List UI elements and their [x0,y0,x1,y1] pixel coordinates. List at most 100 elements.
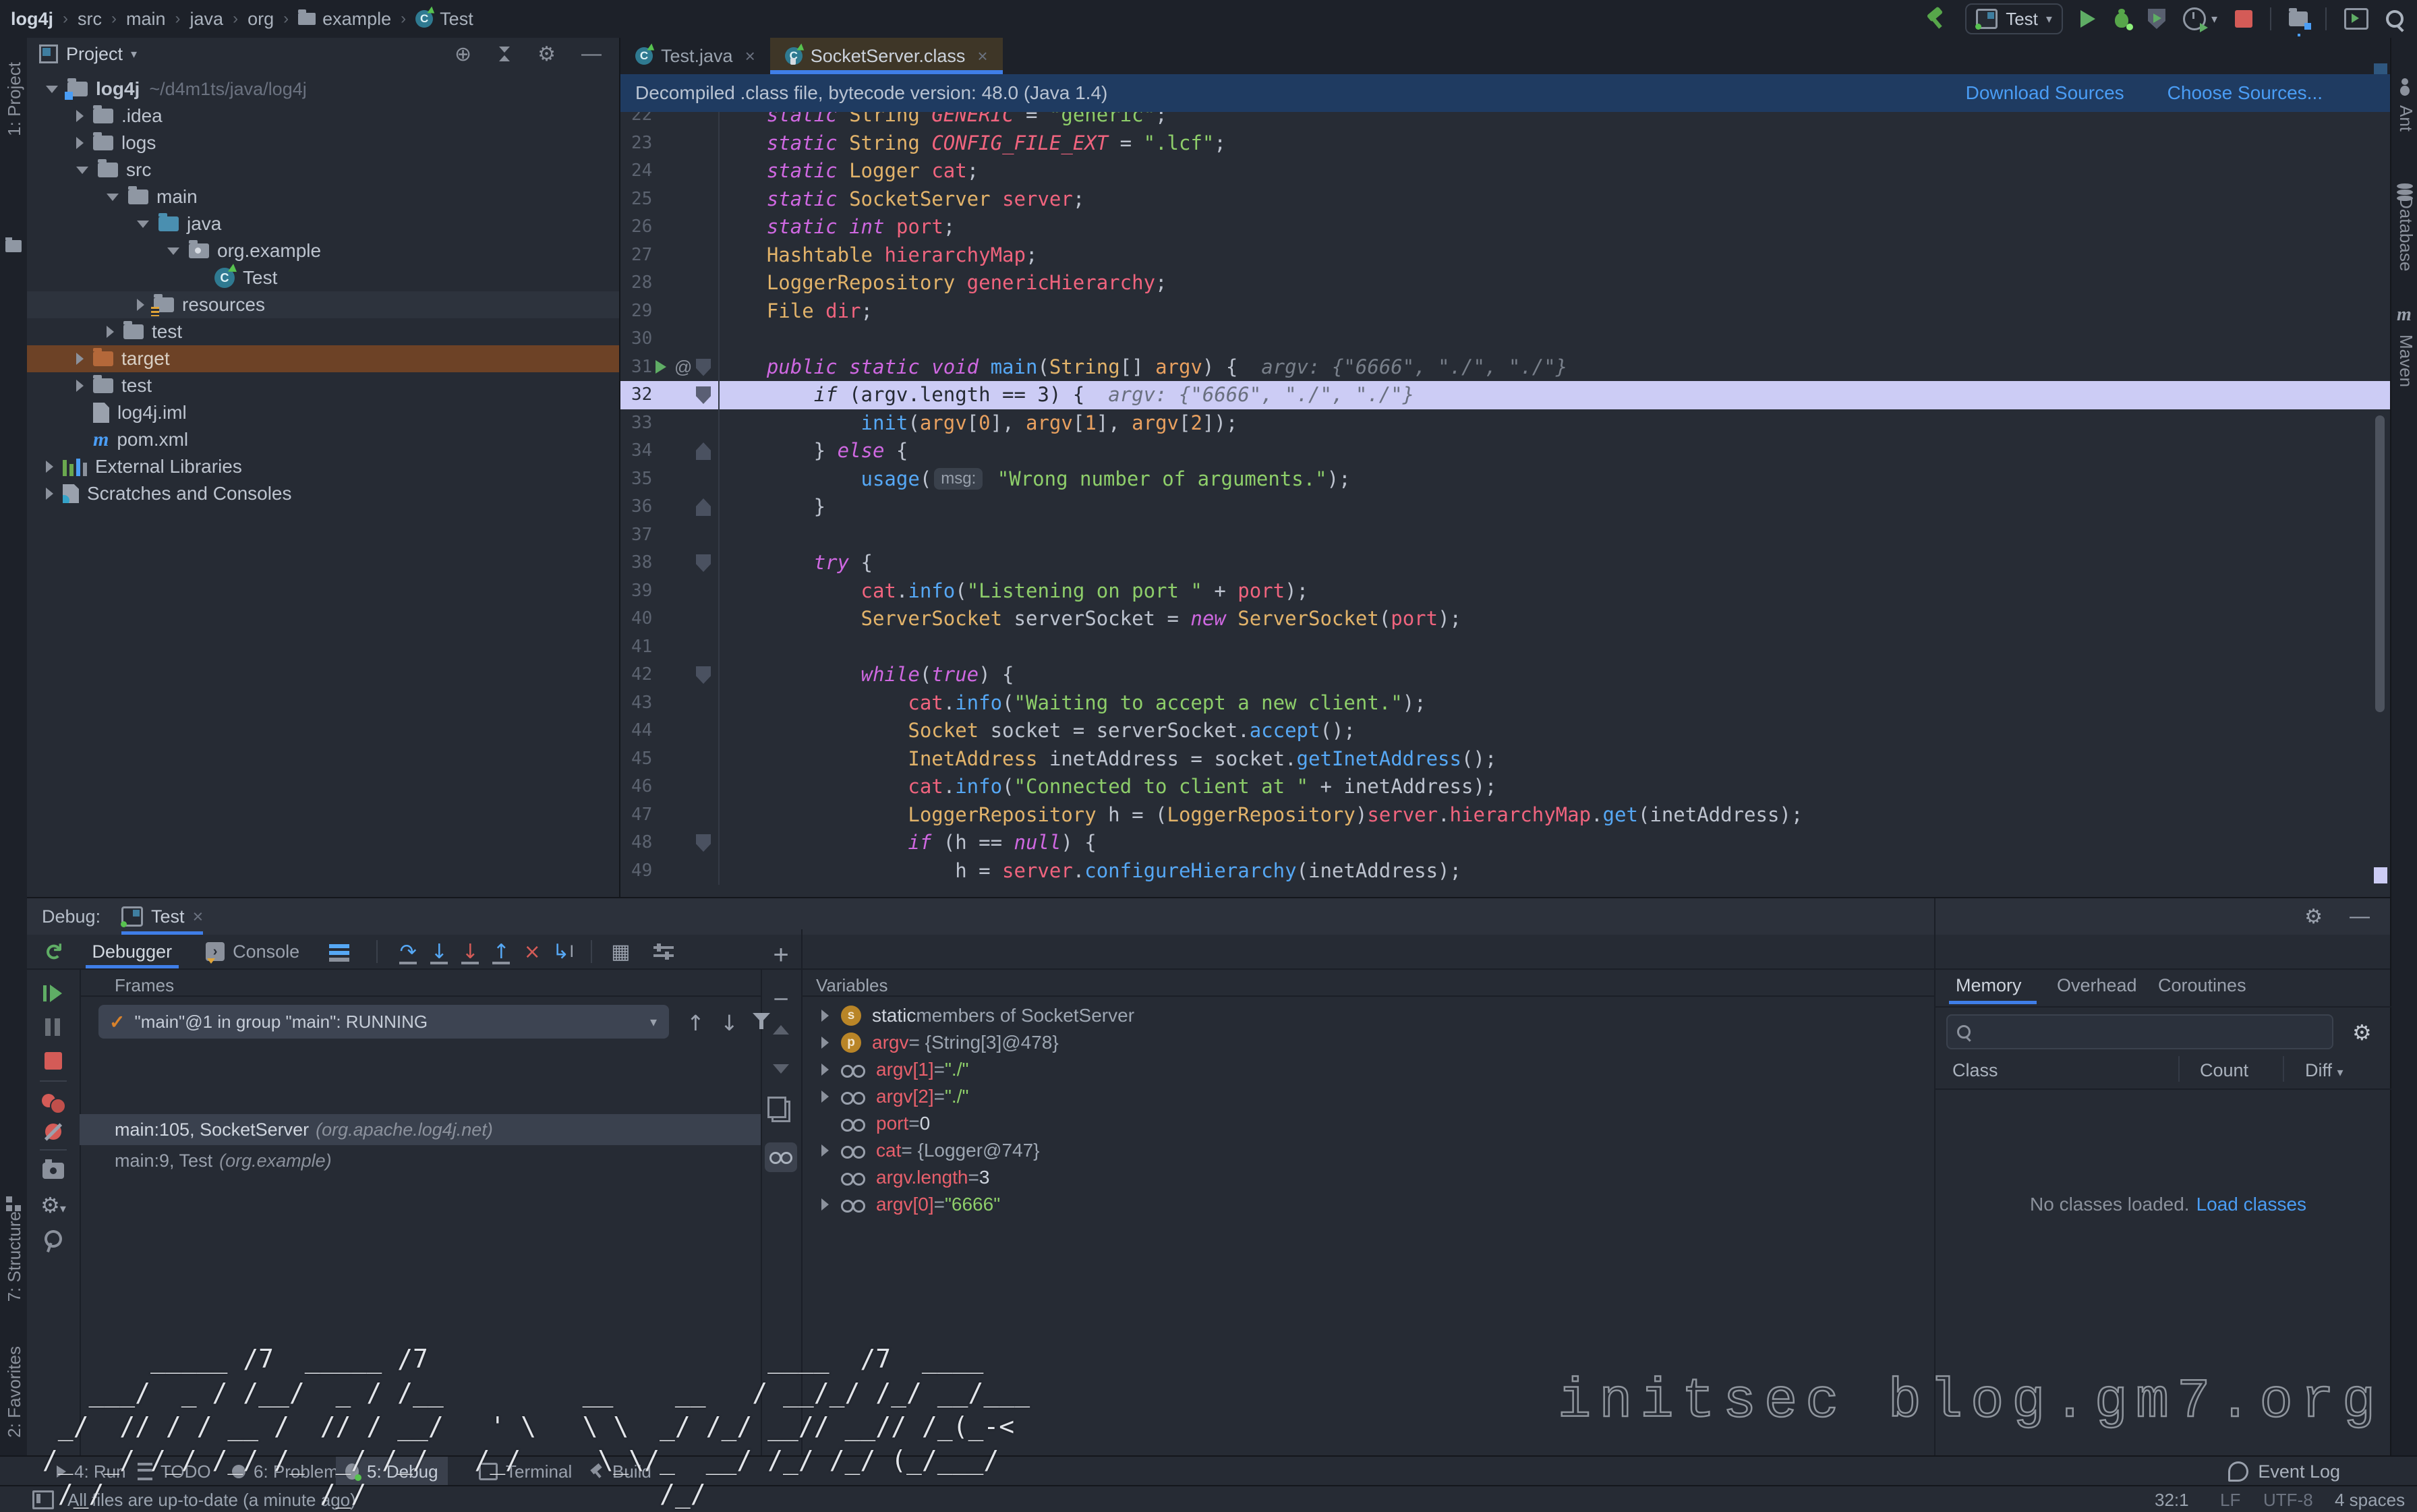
code-line-29[interactable]: 29 File dir; [620,297,2390,326]
code-line-34[interactable]: 34 } else { [620,437,2390,465]
resume-icon[interactable] [43,985,63,1002]
project-strip-icon[interactable] [5,240,22,252]
run-configuration-select[interactable]: Test ▾ [1965,3,2063,34]
sidebar-item-favorites[interactable]: 2: Favorites [4,1346,25,1438]
memory-search-input[interactable] [1946,1014,2333,1049]
remove-watch-icon[interactable]: − [773,985,788,1015]
toolwindow-button-terminal[interactable]: Terminal [469,1457,581,1486]
variable-row[interactable]: argv[0] = "6666" [801,1191,1934,1218]
variable-row[interactable]: argv[2] = "./" [801,1083,1934,1110]
fold-marker-icon[interactable] [696,834,711,852]
chevron-down-icon[interactable] [107,194,119,201]
code-line-26[interactable]: 26 static int port; [620,213,2390,241]
code-line-24[interactable]: 24 static Logger cat; [620,157,2390,185]
code-line-42[interactable]: 42 while(true) { [620,661,2390,689]
toolwindow-button-build[interactable]: Build [581,1457,661,1486]
step-into-icon[interactable]: ↓ [424,937,455,966]
code-line-23[interactable]: 23 static String CONFIG_FILE_EXT = ".lcf… [620,129,2390,158]
code-line-25[interactable]: 25 static SocketServer server; [620,185,2390,214]
chevron-right-icon[interactable] [46,488,53,500]
sidebar-item-ant[interactable]: Ant [2395,105,2416,132]
tree-item-logs[interactable]: logs [27,129,619,156]
chevron-down-icon[interactable] [167,248,179,255]
tree-item-log4j-iml[interactable]: log4j.iml [27,399,619,426]
close-icon[interactable]: × [977,46,987,67]
debug-button[interactable] [2113,9,2130,29]
load-classes-link[interactable]: Load classes [2196,1194,2306,1215]
locate-file-icon[interactable]: ⊕ [455,42,471,66]
services-icon[interactable] [2344,8,2368,30]
tree-item-scratches-and-consoles[interactable]: Scratches and Consoles [27,480,619,507]
variable-row[interactable]: argv[1] = "./" [801,1056,1934,1083]
column-diff[interactable]: Diff ▾ [2305,1060,2343,1081]
previous-frame-icon[interactable]: ↑ [687,1010,705,1036]
move-watch-down-icon[interactable] [773,1064,789,1074]
close-icon[interactable]: × [745,46,755,67]
run-method-icon[interactable] [656,360,666,374]
chevron-right-icon[interactable] [137,299,144,311]
code-line-36[interactable]: 36 } [620,493,2390,521]
code-line-31[interactable]: 31@ public static void main(String[] arg… [620,353,2390,382]
gear-icon[interactable]: ⚙▾ [40,1192,66,1218]
tab-memory[interactable]: Memory [1956,975,2022,996]
code-editor[interactable]: 22 static String GENERIC = "generic";23 … [620,101,2390,885]
view-breakpoints-icon[interactable] [42,1094,65,1111]
debug-session-tab[interactable]: Test × [121,898,203,935]
gear-icon[interactable]: ⚙ [537,42,556,66]
toolwindow-button-4-run[interactable]: 4: Run [47,1457,136,1486]
code-line-28[interactable]: 28 LoggerRepository genericHierarchy; [620,269,2390,297]
code-line-35[interactable]: 35 usage(msg: "Wrong number of arguments… [620,465,2390,494]
editor-tab-test-java[interactable]: CTest.java× [620,38,770,74]
tree-item-src[interactable]: src [27,156,619,183]
chevron-down-icon[interactable] [137,221,149,228]
breadcrumb[interactable]: log4j›src›main›java›org›example›CTest [11,0,473,38]
close-icon[interactable]: × [193,906,204,927]
mute-breakpoints-icon[interactable] [44,1122,63,1141]
collapse-all-icon[interactable] [497,47,512,61]
tree-item--idea[interactable]: .idea [27,103,619,129]
breadcrumb-item[interactable]: org [247,9,274,30]
indent-setting[interactable]: 4 spaces [2335,1490,2405,1511]
run-to-cursor-icon[interactable]: ↳I [548,937,579,966]
variable-row[interactable]: sstatic members of SocketServer [801,1002,1934,1029]
editor-tab-socketserver-class[interactable]: CSocketServer.class× [770,38,1003,74]
chevron-down-icon[interactable] [76,167,88,174]
column-class[interactable]: Class [1952,1060,1998,1081]
choose-sources-link[interactable]: Choose Sources... [2167,82,2323,104]
breadcrumb-item[interactable]: src [78,9,102,30]
layout-settings-icon[interactable] [329,943,349,960]
frame-row[interactable]: main:105, SocketServer(org.apache.log4j.… [80,1114,761,1145]
event-log-button[interactable]: Event Log [2228,1457,2340,1486]
download-sources-link[interactable]: Download Sources [1966,82,2124,104]
chevron-right-icon[interactable] [76,353,84,365]
code-line-27[interactable]: 27 Hashtable hierarchyMap; [620,241,2390,270]
sidebar-item-maven[interactable]: Maven [2395,335,2416,387]
tree-item-java[interactable]: java [27,210,619,237]
code-line-39[interactable]: 39 cat.info("Listening on port " + port)… [620,577,2390,606]
code-line-46[interactable]: 46 cat.info("Connected to client at " + … [620,773,2390,801]
thread-dump-icon[interactable] [42,1163,64,1179]
fold-marker-icon[interactable] [696,442,711,460]
toolwindow-button-5-debug[interactable]: 5: Debug [336,1457,448,1486]
tab-coroutines[interactable]: Coroutines [2158,975,2246,996]
chevron-right-icon[interactable] [76,380,84,392]
rerun-icon[interactable]: ↻ [39,942,66,962]
sidebar-item-database[interactable]: Database [2395,196,2416,271]
code-line-43[interactable]: 43 cat.info("Waiting to accept a new cli… [620,689,2390,718]
tree-item-pom-xml[interactable]: mpom.xml [27,426,619,453]
tree-item-test[interactable]: test [27,318,619,345]
code-line-33[interactable]: 33 init(argv[0], argv[1], argv[2]); [620,409,2390,438]
chevron-right-icon[interactable] [821,1064,829,1076]
breadcrumb-item[interactable]: main [126,9,166,30]
chevron-right-icon[interactable] [76,110,84,122]
stop-button[interactable] [2235,10,2252,28]
drop-frame-icon[interactable]: × [517,937,548,966]
tree-item-log4j[interactable]: log4j~/d4m1ts/java/log4j [27,76,619,103]
show-watches-toggle[interactable] [765,1142,797,1172]
frame-row[interactable]: main:9, Test(org.example) [80,1145,761,1176]
stop-icon[interactable] [45,1052,62,1070]
fold-marker-icon[interactable] [696,359,711,376]
debug-settings-icon[interactable] [653,943,674,960]
tool-windows-toggle-icon[interactable] [32,1490,54,1509]
line-separator[interactable]: LF [2220,1490,2240,1511]
